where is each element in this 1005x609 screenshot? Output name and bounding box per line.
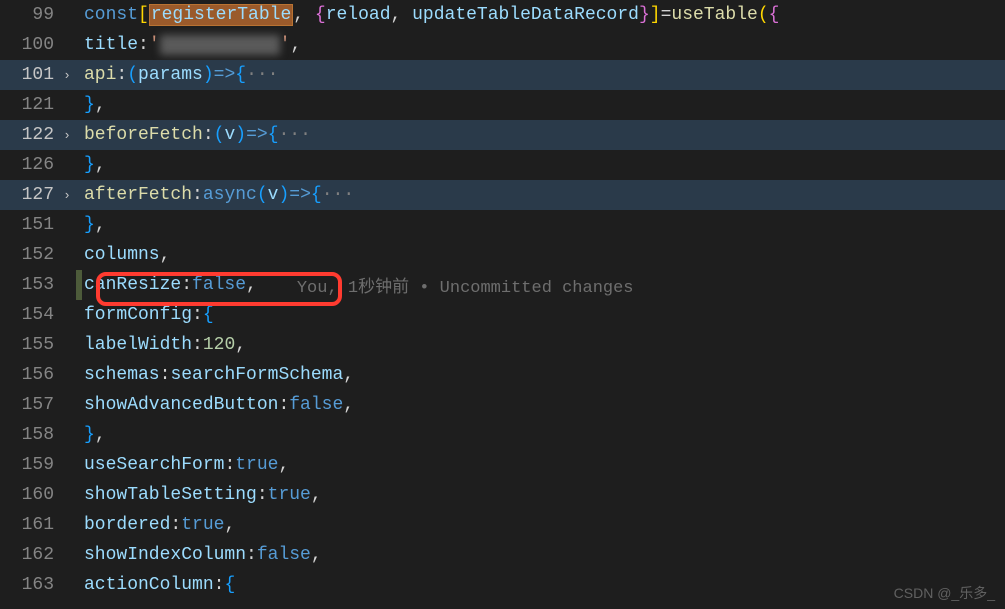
line-number: 153 — [0, 275, 58, 295]
code-content[interactable]: afterFetch: async (v) => {··· — [82, 185, 1005, 205]
code-line[interactable]: 154 formConfig: { — [0, 300, 1005, 330]
code-content[interactable]: const [registerTable, { reload, updateTa… — [82, 4, 1005, 26]
code-content[interactable]: showAdvancedButton: false, — [82, 395, 1005, 415]
line-number: 161 — [0, 515, 58, 535]
fold-collapsed-icon[interactable]: › — [58, 188, 76, 203]
line-number: 163 — [0, 575, 58, 595]
line-number: 101 — [0, 65, 58, 85]
code-line[interactable]: 162 showIndexColumn: false, — [0, 540, 1005, 570]
line-number: 156 — [0, 365, 58, 385]
code-content[interactable]: }, — [82, 155, 1005, 175]
code-line[interactable]: 155 labelWidth: 120, — [0, 330, 1005, 360]
code-content[interactable]: showIndexColumn: false, — [82, 545, 1005, 565]
code-line[interactable]: 99 const [registerTable, { reload, updat… — [0, 0, 1005, 30]
line-number: 126 — [0, 155, 58, 175]
code-line[interactable]: 127 › afterFetch: async (v) => {··· — [0, 180, 1005, 210]
fold-collapsed-icon[interactable]: › — [58, 68, 76, 83]
line-number: 99 — [0, 5, 58, 25]
code-content[interactable]: bordered: true, — [82, 515, 1005, 535]
line-number: 121 — [0, 95, 58, 115]
code-line[interactable]: 160 showTableSetting: true, — [0, 480, 1005, 510]
code-line[interactable]: 158 }, — [0, 420, 1005, 450]
line-number: 100 — [0, 35, 58, 55]
line-number: 152 — [0, 245, 58, 265]
code-line[interactable]: 100 title: '', — [0, 30, 1005, 60]
code-line[interactable]: 122 › beforeFetch: (v) => {··· — [0, 120, 1005, 150]
code-line[interactable]: 163 actionColumn: { — [0, 570, 1005, 600]
code-line[interactable]: 157 showAdvancedButton: false, — [0, 390, 1005, 420]
code-content[interactable]: api: (params) => {··· — [82, 65, 1005, 85]
line-number: 158 — [0, 425, 58, 445]
code-content[interactable]: title: '', — [82, 35, 1005, 55]
line-number: 159 — [0, 455, 58, 475]
code-content[interactable]: showTableSetting: true, — [82, 485, 1005, 505]
code-line[interactable]: 101 › api: (params) => {··· — [0, 60, 1005, 90]
code-line[interactable]: 156 schemas: searchFormSchema, — [0, 360, 1005, 390]
code-content[interactable]: }, — [82, 215, 1005, 235]
code-line[interactable]: 159 useSearchForm: true, — [0, 450, 1005, 480]
code-line[interactable]: 161 bordered: true, — [0, 510, 1005, 540]
code-content[interactable]: schemas: searchFormSchema, — [82, 365, 1005, 385]
code-content[interactable]: formConfig: { — [82, 305, 1005, 325]
code-content[interactable]: useSearchForm: true, — [82, 455, 1005, 475]
code-content[interactable]: labelWidth: 120, — [82, 335, 1005, 355]
line-number: 151 — [0, 215, 58, 235]
fold-collapsed-icon[interactable]: › — [58, 128, 76, 143]
watermark: CSDN @_乐多_ — [894, 583, 995, 603]
code-line[interactable]: 121 }, — [0, 90, 1005, 120]
code-content[interactable]: }, — [82, 95, 1005, 115]
code-content[interactable]: }, — [82, 425, 1005, 445]
code-content[interactable]: columns, — [82, 245, 1005, 265]
line-number: 122 — [0, 125, 58, 145]
code-line[interactable]: 151 }, — [0, 210, 1005, 240]
line-number: 127 — [0, 185, 58, 205]
code-content[interactable]: canResize: false,You, 1秒钟前 • Uncommitted… — [82, 272, 1005, 298]
git-blame-annotation: You, 1秒钟前 • Uncommitted changes — [257, 272, 634, 298]
line-number: 162 — [0, 545, 58, 565]
line-number: 155 — [0, 335, 58, 355]
line-number: 157 — [0, 395, 58, 415]
code-line[interactable]: 126 }, — [0, 150, 1005, 180]
redacted-text — [160, 35, 280, 55]
code-content[interactable]: actionColumn: { — [82, 575, 1005, 595]
code-line[interactable]: 152 columns, — [0, 240, 1005, 270]
code-content[interactable]: beforeFetch: (v) => {··· — [82, 125, 1005, 145]
line-number: 154 — [0, 305, 58, 325]
code-line[interactable]: 153 canResize: false,You, 1秒钟前 • Uncommi… — [0, 270, 1005, 300]
code-editor[interactable]: 99 const [registerTable, { reload, updat… — [0, 0, 1005, 609]
line-number: 160 — [0, 485, 58, 505]
